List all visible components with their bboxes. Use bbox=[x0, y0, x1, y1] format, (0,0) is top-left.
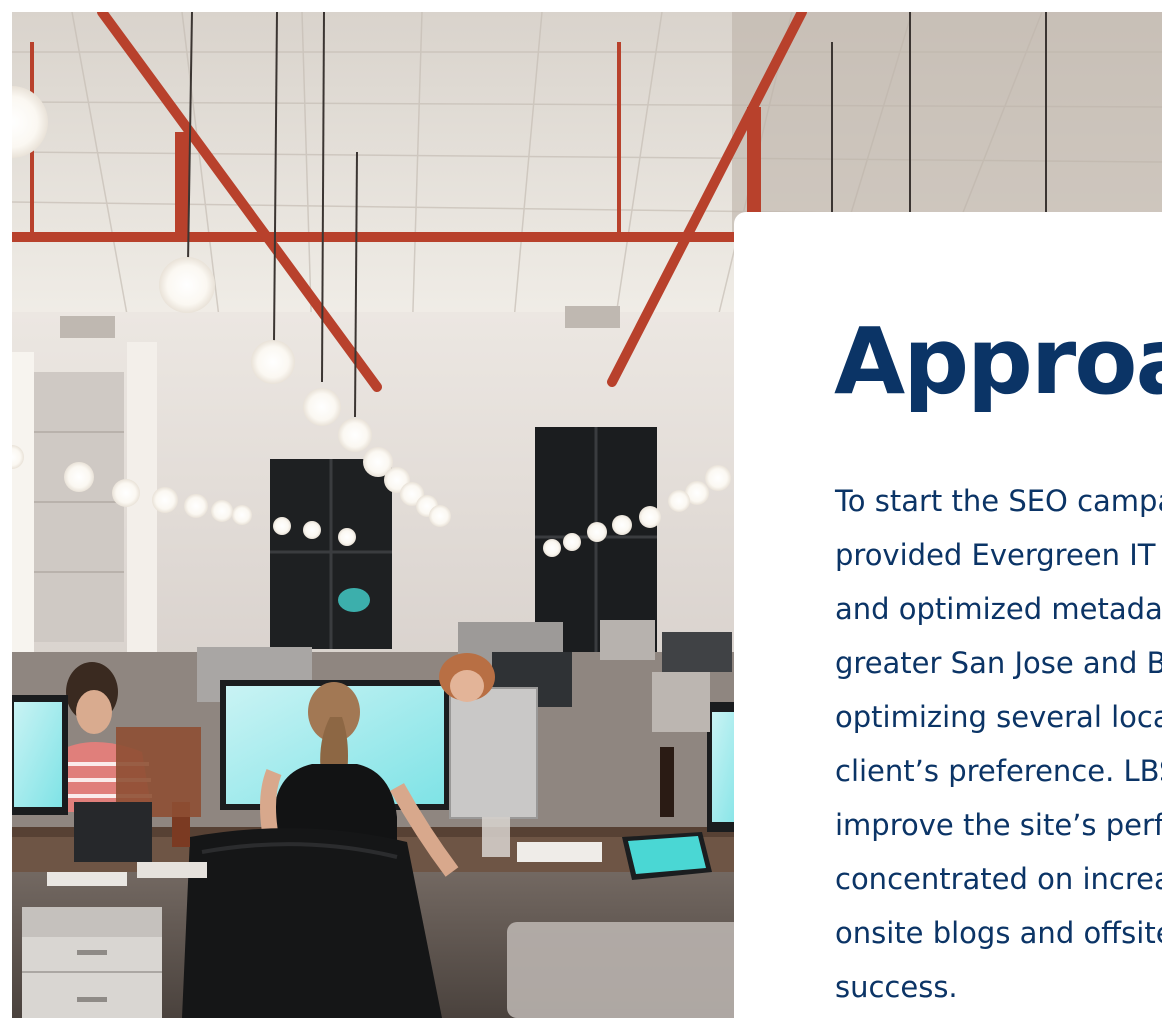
body-line: greater San Jose and Bay Area, bbox=[835, 646, 1162, 680]
body-line: and optimized metadata for the bbox=[835, 592, 1162, 626]
body-line: onsite blogs and offsite content for bbox=[835, 916, 1162, 950]
body-line: success. bbox=[835, 970, 958, 1004]
body-line: concentrated on increasing both bbox=[835, 862, 1162, 896]
section-title: Approach bbox=[834, 308, 1162, 415]
section-body: To start the SEO campaign, LBS provided … bbox=[835, 474, 1162, 1014]
body-line: improve the site’s performance and bbox=[835, 808, 1162, 842]
body-line: optimizing several local pages per bbox=[835, 700, 1162, 734]
case-study-section: Approach To start the SEO campaign, LBS … bbox=[0, 0, 1162, 1018]
body-line: To start the SEO campaign, LBS bbox=[835, 484, 1162, 518]
approach-card: Approach To start the SEO campaign, LBS … bbox=[734, 212, 1162, 1018]
body-line: client’s preference. LBS worked to bbox=[835, 754, 1162, 788]
body-line: provided Evergreen IT with new bbox=[835, 538, 1162, 572]
